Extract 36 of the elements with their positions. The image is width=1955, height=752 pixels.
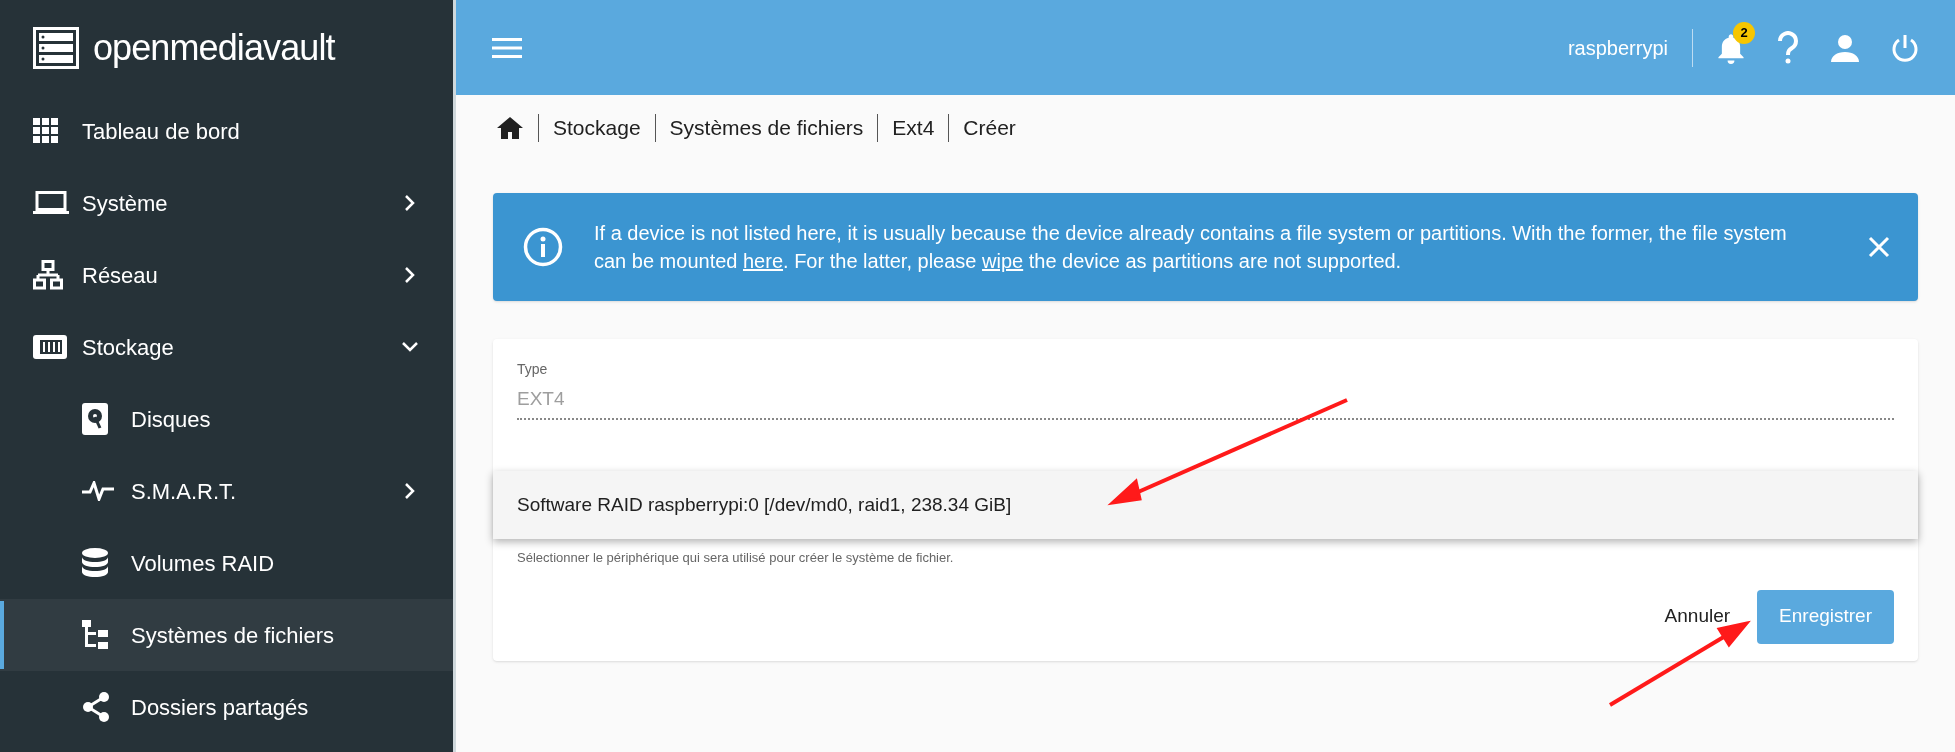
power-icon[interactable] bbox=[1891, 33, 1919, 62]
storage-icon bbox=[33, 335, 67, 359]
home-icon[interactable] bbox=[496, 116, 524, 140]
sidebar-item[interactable]: Tableau de bord bbox=[0, 95, 453, 167]
sidebar-item[interactable]: Disques bbox=[0, 383, 453, 455]
dropdown-option[interactable]: Software RAID raspberrypi:0 [/dev/md0, raid1, 238.34 GiB] bbox=[493, 490, 1918, 520]
sidebar-item[interactable]: Stockage bbox=[0, 311, 453, 383]
breadcrumb-link[interactable]: Stockage bbox=[553, 112, 641, 144]
alert-message: If a device is not listed here, it is usually because the device already contains a file system or partitions. With the former, the file system can be mounted here. For the latter, please wipe the device as partitions are not supported. bbox=[594, 221, 1788, 274]
sidebar-item[interactable]: Dossiers partagés bbox=[0, 671, 453, 743]
share-icon bbox=[82, 692, 110, 722]
cancel-button[interactable]: Annuler bbox=[1664, 589, 1731, 644]
sidebar-item[interactable]: Volumes RAID bbox=[0, 527, 453, 599]
sidebar-item[interactable]: Systèmes de fichiers bbox=[0, 599, 453, 671]
network-icon bbox=[33, 260, 63, 290]
grid-icon bbox=[33, 118, 59, 144]
sidebar-item[interactable]: Système bbox=[0, 167, 453, 239]
logo-icon bbox=[33, 26, 79, 69]
pulse-icon bbox=[82, 481, 114, 501]
database-icon bbox=[82, 547, 108, 579]
sidebar-item[interactable]: Réseau bbox=[0, 239, 453, 311]
user-icon[interactable] bbox=[1831, 33, 1859, 62]
sidebar-item[interactable]: S.M.A.R.T. bbox=[0, 455, 453, 527]
menu-icon[interactable] bbox=[492, 36, 522, 59]
breadcrumb-link[interactable]: Ext4 bbox=[892, 112, 935, 144]
notification-badge: 2 bbox=[1733, 21, 1755, 44]
close-icon[interactable] bbox=[1868, 236, 1890, 258]
breadcrumb-link[interactable]: Systèmes de fichiers bbox=[669, 112, 864, 144]
hostname: raspberrypi bbox=[1567, 35, 1668, 61]
help-icon[interactable] bbox=[1777, 30, 1799, 65]
info-icon bbox=[523, 227, 563, 267]
field-hint: Sélectionner le périphérique qui sera utilisé pour créer le système de fichier. bbox=[517, 549, 955, 567]
laptop-icon bbox=[33, 191, 69, 215]
brand-name: openmediavault bbox=[93, 29, 335, 66]
field-label: Type bbox=[517, 360, 549, 379]
breadcrumb-link[interactable]: Créer bbox=[963, 112, 1016, 144]
